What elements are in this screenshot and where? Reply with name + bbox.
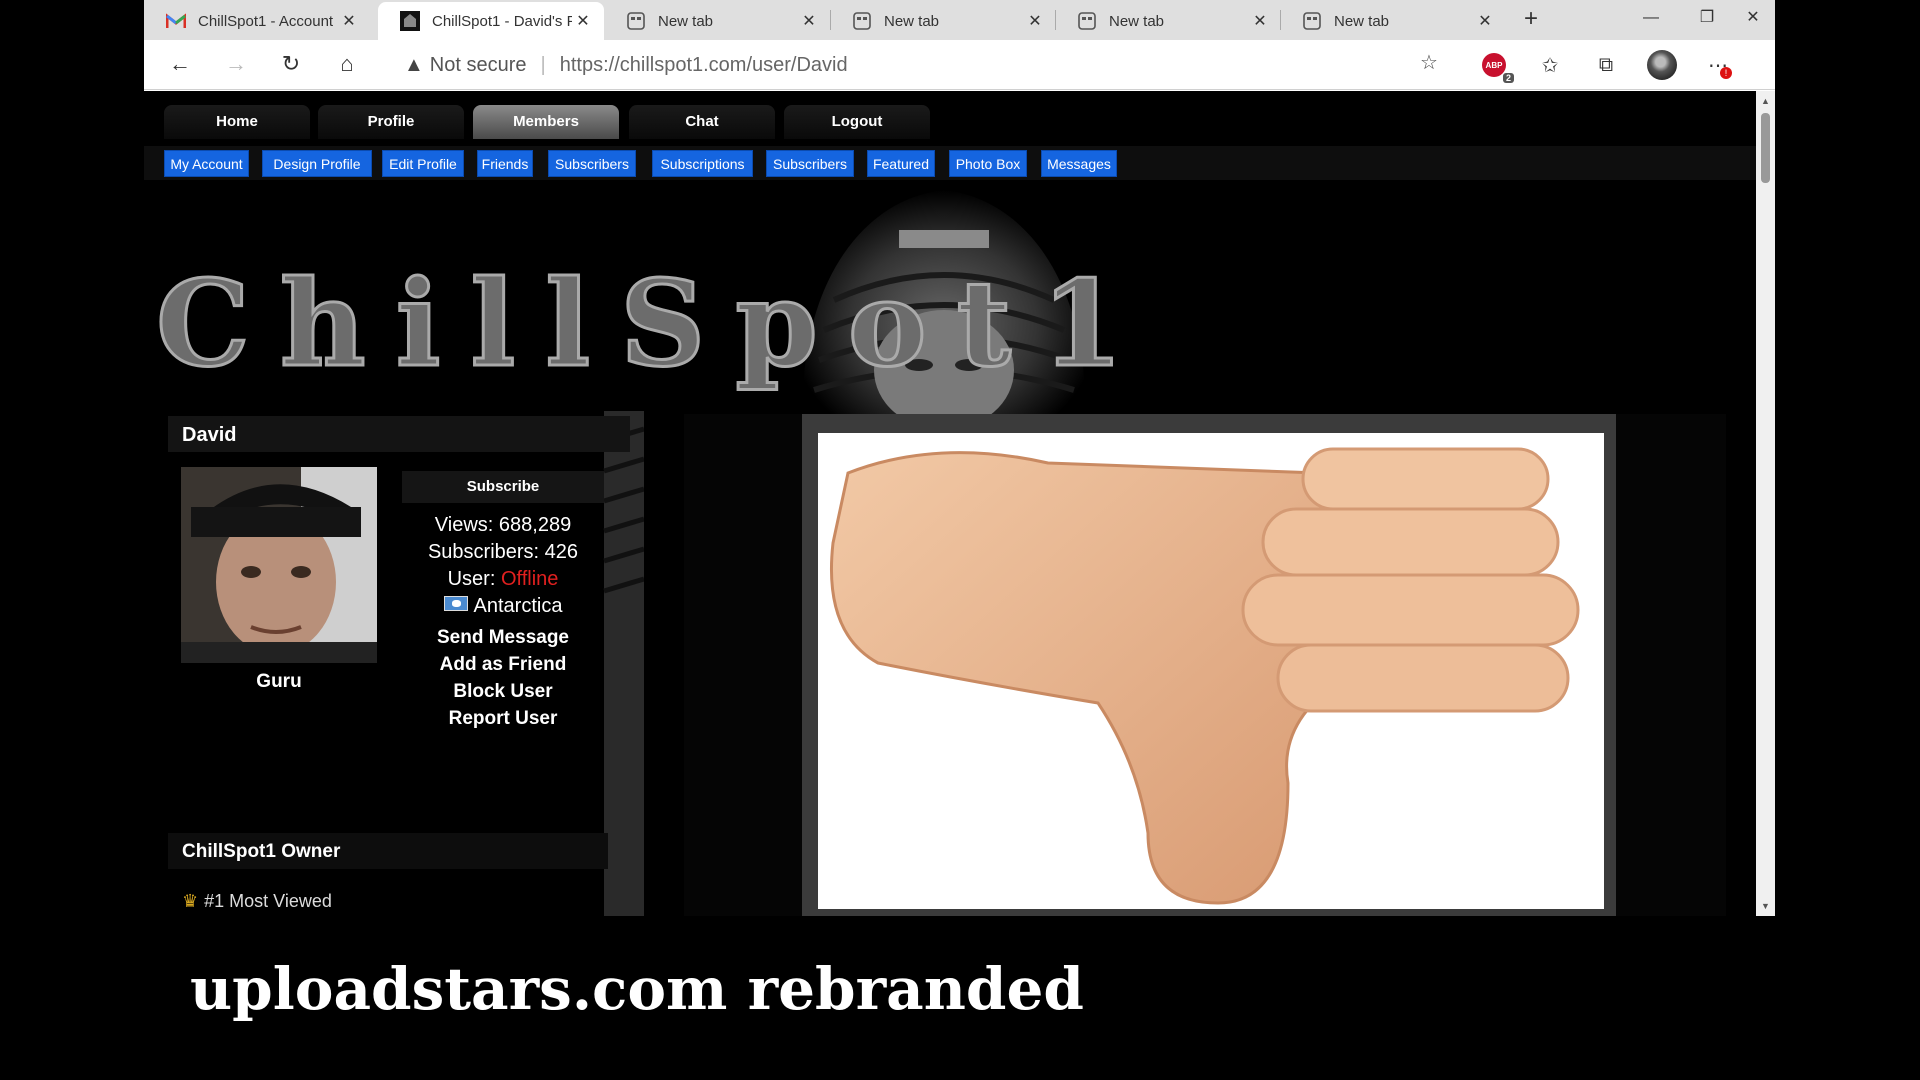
- minimize-button[interactable]: —: [1628, 0, 1674, 38]
- address-bar[interactable]: ▲ Not secure | https://chillspot1.com/us…: [384, 46, 1454, 84]
- subnav-messages[interactable]: Messages: [1041, 150, 1117, 177]
- report-user-link[interactable]: Report User: [372, 708, 634, 730]
- flag-icon: [443, 596, 468, 611]
- navigation-bar: ← → ↻ ⌂ ▲ Not secure | https://chillspot…: [144, 40, 1775, 90]
- newtab-icon: [1077, 11, 1097, 31]
- tab-close-icon[interactable]: ✕: [1249, 11, 1271, 31]
- status-badge: Offline: [500, 568, 559, 590]
- forward-button[interactable]: →: [220, 49, 252, 81]
- tab-new-3[interactable]: New tab ✕: [1055, 2, 1281, 40]
- browser-window: ChillSpot1 - Account ✕ ChillSpot1 - Davi…: [144, 0, 1775, 916]
- newtab-icon: [1302, 11, 1322, 31]
- page-viewport: Home Profile Members Chat Logout My Acco…: [144, 91, 1756, 916]
- tab-close-icon[interactable]: ✕: [1024, 11, 1046, 31]
- subnav-edit-profile[interactable]: Edit Profile: [382, 150, 464, 177]
- alert-badge: !: [1720, 67, 1732, 79]
- tab-close-icon[interactable]: ✕: [798, 11, 820, 31]
- profile-photo[interactable]: [181, 467, 377, 663]
- back-button[interactable]: ←: [164, 49, 196, 81]
- avatar: [1647, 50, 1677, 80]
- brand-logo-text: ChillSpot1: [154, 253, 1154, 395]
- user-rank: Guru: [256, 671, 302, 692]
- site-icon: [400, 11, 420, 31]
- tab-new-4[interactable]: New tab ✕: [1280, 2, 1506, 40]
- new-tab-button[interactable]: +: [1516, 6, 1546, 34]
- subnav-design-profile[interactable]: Design Profile: [262, 150, 372, 177]
- tab-title: ChillSpot1 - David's P: [432, 12, 572, 30]
- tab-new-1[interactable]: New tab ✕: [604, 2, 830, 40]
- subnav-subscribers[interactable]: Subscribers: [548, 150, 636, 177]
- add-favorite-icon[interactable]: ☆: [1420, 50, 1438, 75]
- newtab-icon: [626, 11, 646, 31]
- newtab-icon: [852, 11, 872, 31]
- settings-menu-button[interactable]: ⋯!: [1702, 49, 1734, 81]
- subnav-featured[interactable]: Featured: [867, 150, 935, 177]
- subnav-my-account[interactable]: My Account: [164, 150, 249, 177]
- tab-title: New tab: [658, 12, 714, 30]
- nav-members[interactable]: Members: [473, 105, 619, 139]
- views-stat: Views: 688,289: [434, 514, 572, 536]
- adblock-icon: ABP 2: [1482, 53, 1514, 83]
- close-window-button[interactable]: ✕: [1730, 0, 1776, 38]
- favorites-icon[interactable]: ✩: [1534, 49, 1566, 81]
- collections-icon[interactable]: ⧉: [1590, 49, 1622, 81]
- featured-image[interactable]: [818, 433, 1604, 909]
- status-stat: User: Offline: [447, 568, 559, 590]
- profile-button[interactable]: [1646, 49, 1678, 81]
- tab-new-2[interactable]: New tab ✕: [830, 2, 1056, 40]
- tab-gmail[interactable]: ChillSpot1 - Account ✕: [144, 2, 370, 40]
- refresh-button[interactable]: ↻: [275, 49, 307, 81]
- video-caption: uploadstars.com rebranded: [190, 955, 1084, 1023]
- thumbs-down-icon: [829, 447, 1580, 905]
- tab-close-icon[interactable]: ✕: [572, 11, 594, 31]
- profile-username-header: David: [168, 416, 630, 452]
- tab-david-profile[interactable]: ChillSpot1 - David's P ✕: [378, 2, 604, 40]
- security-status[interactable]: Not secure: [430, 54, 527, 77]
- subnav-subscriptions[interactable]: Subscriptions: [652, 150, 753, 177]
- scroll-thumb[interactable]: [1761, 113, 1770, 183]
- sub-navigation: My Account Design Profile Edit Profile F…: [144, 146, 1756, 180]
- subnav-subscribers-2[interactable]: Subscribers: [766, 150, 854, 177]
- restore-button[interactable]: ❐: [1684, 0, 1730, 38]
- site-banner: ChillSpot1: [144, 180, 1756, 432]
- vertical-scrollbar[interactable]: ▲ ▼: [1756, 91, 1775, 916]
- tab-strip: ChillSpot1 - Account ✕ ChillSpot1 - Davi…: [144, 0, 1775, 40]
- home-button[interactable]: ⌂: [331, 49, 363, 81]
- tab-close-icon[interactable]: ✕: [1474, 11, 1496, 31]
- tab-close-icon[interactable]: ✕: [338, 11, 360, 31]
- tab-title: ChillSpot1 - Account: [198, 12, 334, 30]
- subscribe-button[interactable]: Subscribe: [402, 471, 604, 503]
- achievement-item: ♛ #1 Most Viewed: [182, 891, 332, 911]
- nav-profile[interactable]: Profile: [318, 105, 464, 139]
- adblock-extension-button[interactable]: ABP 2: [1478, 49, 1514, 83]
- subnav-friends[interactable]: Friends: [477, 150, 533, 177]
- block-user-link[interactable]: Block User: [372, 681, 634, 703]
- location-stat: Antarctica: [372, 595, 634, 618]
- crown-icon: ♛: [182, 891, 199, 911]
- tab-title: New tab: [1334, 12, 1390, 30]
- nav-home[interactable]: Home: [164, 105, 310, 139]
- send-message-link[interactable]: Send Message: [372, 627, 634, 649]
- url-text[interactable]: https://chillspot1.com/user/David: [560, 54, 848, 77]
- subscribers-stat: Subscribers: 426: [427, 541, 579, 563]
- nav-logout[interactable]: Logout: [784, 105, 930, 139]
- tab-title: New tab: [1109, 12, 1165, 30]
- owner-section-header: ChillSpot1 Owner: [168, 833, 608, 869]
- gmail-icon: [166, 11, 186, 31]
- add-friend-link[interactable]: Add as Friend: [372, 654, 634, 676]
- subnav-photo-box[interactable]: Photo Box: [949, 150, 1027, 177]
- scroll-up-icon[interactable]: ▲: [1756, 93, 1775, 109]
- nav-chat[interactable]: Chat: [629, 105, 775, 139]
- warning-icon[interactable]: ▲: [404, 54, 424, 77]
- main-navigation: Home Profile Members Chat Logout: [144, 91, 1756, 146]
- scroll-down-icon[interactable]: ▼: [1756, 898, 1775, 914]
- tab-title: New tab: [884, 12, 940, 30]
